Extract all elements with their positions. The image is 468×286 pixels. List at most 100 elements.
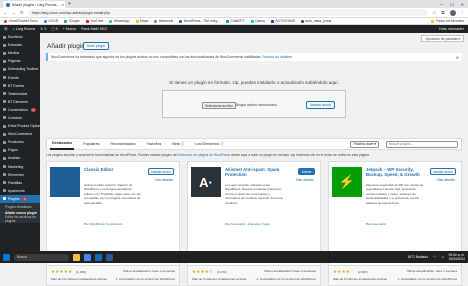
plugin-icon[interactable] [50, 167, 80, 197]
bookmark-item[interactable]: WordPress - The easy... [179, 19, 220, 23]
search-type-select[interactable]: Palabra clave ▾ [350, 140, 379, 148]
updates-icon[interactable]: ↻ 3 [40, 27, 46, 31]
sidebar-item-productos[interactable]: Productos [0, 138, 40, 146]
plugin-name[interactable]: Akismet Anti-spam: Spam Protection [225, 167, 280, 177]
close-window-icon[interactable]: ✕ [461, 2, 464, 7]
chrome-icon[interactable] [84, 253, 91, 261]
plugin-name[interactable]: Jetpack – WP Security, Backup, Speed, & … [366, 167, 421, 177]
forward-icon[interactable]: → [12, 10, 17, 15]
plugin-directory-link[interactable]: Directorio de plugins de WordPress [178, 153, 230, 157]
sidebar-item-plugins[interactable]: Plugins 3 [0, 194, 40, 203]
author-link[interactable]: Automattic - Anti-spam Team [231, 222, 271, 226]
volume-icon[interactable]: ◁ [441, 255, 444, 259]
file-explorer-icon[interactable] [73, 253, 80, 261]
sidebar-item-bt-events[interactable]: BT Events [0, 82, 40, 90]
tab-elementos[interactable]: Los Elementos ⓘ [193, 138, 225, 150]
word-icon[interactable] [106, 253, 113, 261]
back-icon[interactable]: ← [3, 10, 8, 15]
menu-icon[interactable]: ⋮ [461, 10, 466, 16]
bookmark-item[interactable]: Canva [250, 19, 265, 23]
plugin-icon[interactable]: ⚡ [332, 167, 362, 197]
install-plugin-button[interactable]: Instalar ahora [429, 168, 456, 175]
sidebar-item-elementor[interactable]: Elementor [0, 171, 40, 179]
sidebar-item-contacto[interactable]: Contacto [0, 114, 40, 122]
sidebar-item-bt-elements[interactable]: BT Elements [0, 98, 40, 106]
comments-icon[interactable]: ▢ 0 [51, 27, 57, 31]
sidebar-item-entradas[interactable]: Entradas [0, 41, 40, 49]
sidebar-item-scheduling-toolbox[interactable]: Scheduling Toolbox [0, 65, 40, 73]
wifi-icon[interactable]: ◠ [433, 255, 436, 259]
sidebar-item-an-lisis[interactable]: Análisis [0, 154, 40, 162]
tab-favoritos[interactable]: Favoritos [145, 138, 164, 150]
home-icon[interactable]: ⌂ Larg Rooms [13, 27, 36, 31]
sidebar-item-p-ginas[interactable]: Páginas [0, 57, 40, 65]
reload-icon[interactable]: ↻ [20, 10, 24, 16]
bookmark-item[interactable]: ACTIVEHUB [270, 19, 295, 23]
taskbar-search[interactable]: Buscar [14, 253, 69, 261]
sidebar-item-pagos[interactable]: Pagos [0, 146, 40, 154]
all-bookmarks[interactable]: Todos los favoritos [431, 19, 464, 23]
tab-populares[interactable]: Populares [81, 138, 101, 150]
author-link[interactable]: Automattic [372, 222, 387, 226]
bookmark-star-icon[interactable]: ☆ [432, 10, 436, 16]
sidebar-item-escritorio[interactable]: Escritorio [0, 33, 40, 41]
url-field[interactable]: https://larg-room.com/wp-admin/plugin-in… [27, 9, 429, 16]
bookmark-item[interactable]: Hatravels [154, 19, 173, 23]
profile-avatar[interactable] [449, 9, 456, 16]
screen-options-button[interactable]: Opciones de pantalla ▾ [421, 35, 464, 42]
rating-count[interactable]: (1.072) [217, 270, 227, 274]
tab-destacados[interactable]: Destacados [50, 138, 75, 150]
choose-file-button[interactable]: Seleccionar archivo [202, 102, 236, 109]
notice-details-link[interactable]: Revisar los detalles [262, 55, 291, 59]
sidebar-item-marketing[interactable]: Marketing [0, 163, 40, 171]
author-link[interactable]: WordPress Contributors [90, 222, 123, 226]
bookmark-item[interactable]: YouTube [85, 19, 103, 23]
sidebar-item-events[interactable]: Events [0, 73, 40, 81]
howdy-account[interactable]: Hola, wemaster [439, 27, 464, 31]
maximize-icon[interactable]: ☐ [450, 2, 454, 7]
bookmark-item[interactable]: WhatsApp [109, 19, 130, 23]
minimize-icon[interactable]: ─ [440, 2, 443, 7]
sidebar-item-medios[interactable]: Medios [0, 49, 40, 57]
submenu-item[interactable]: Editor de archivos de plugins [0, 215, 40, 223]
sidebar-item-plantillas[interactable]: Plantillas [0, 179, 40, 187]
bookmark-item[interactable]: auto_meta_posts [300, 19, 331, 23]
more-details-link[interactable]: Más detalles [296, 178, 314, 182]
sidebar-item-apariencia[interactable]: Apariencia [0, 187, 40, 195]
sidebar-item-extra-product-options[interactable]: Extra Product Options [0, 122, 40, 130]
bookmark-item[interactable]: GCDR [43, 19, 58, 23]
extensions-icon[interactable]: ⧉ [441, 10, 444, 15]
new-tab-icon[interactable]: + [68, 1, 71, 7]
weather-widget[interactable]: 16°C Nublado [407, 255, 428, 259]
sidebar-item-comentarios[interactable]: Comentarios 1 [0, 106, 40, 114]
new-content-link[interactable]: + Nuevo [63, 27, 77, 31]
tab-recomendados[interactable]: Recomendados [108, 138, 137, 150]
rating-count[interactable]: (2.067) [358, 270, 368, 274]
bookmark-item[interactable]: Google [64, 19, 80, 23]
dismiss-icon[interactable]: ⊗ [456, 55, 459, 60]
clock[interactable]: 09:52 a. m. 15/04/2024 [448, 253, 465, 261]
seo-link[interactable]: Rank Math SEO [81, 27, 107, 31]
plugin-name[interactable]: Classic Editor [84, 167, 139, 172]
sidebar-item-testimonials[interactable]: Testimonials [0, 90, 40, 98]
windows-start-icon[interactable] [3, 253, 10, 261]
install-plugin-button[interactable]: Instalar ahora [147, 168, 174, 175]
install-now-button[interactable]: Instalar ahora [306, 101, 335, 109]
plugin-icon[interactable]: A· [191, 167, 221, 197]
plugin-search-input[interactable]: Buscar plugins... [386, 140, 458, 148]
sidebar-item-woocommerce[interactable]: WooCommerce [0, 130, 40, 138]
browser-tab[interactable]: Añadir plugins ‹ Larg Rooms... ✕ [3, 1, 65, 8]
wordpress-logo-icon[interactable]: Ⓦ [4, 27, 8, 32]
bookmark-item[interactable]: Maps [135, 19, 148, 23]
bookmark-item[interactable]: Gmail Rocket Tools [4, 19, 38, 23]
bookmark-item[interactable]: ChatGPT [225, 19, 245, 23]
tab-beta[interactable]: Beta ⓘ [170, 138, 186, 150]
menu-item-icon [3, 197, 6, 201]
more-details-link[interactable]: Más detalles [155, 178, 173, 182]
close-tab-icon[interactable]: ✕ [61, 3, 64, 7]
more-details-link[interactable]: Más detalles [437, 178, 455, 182]
rating-count[interactable]: (1.158) [76, 270, 86, 274]
edge-icon[interactable] [95, 253, 102, 261]
upload-plugin-button[interactable]: Subir plugin [83, 42, 109, 50]
install-plugin-button[interactable]: Activar [298, 168, 315, 175]
